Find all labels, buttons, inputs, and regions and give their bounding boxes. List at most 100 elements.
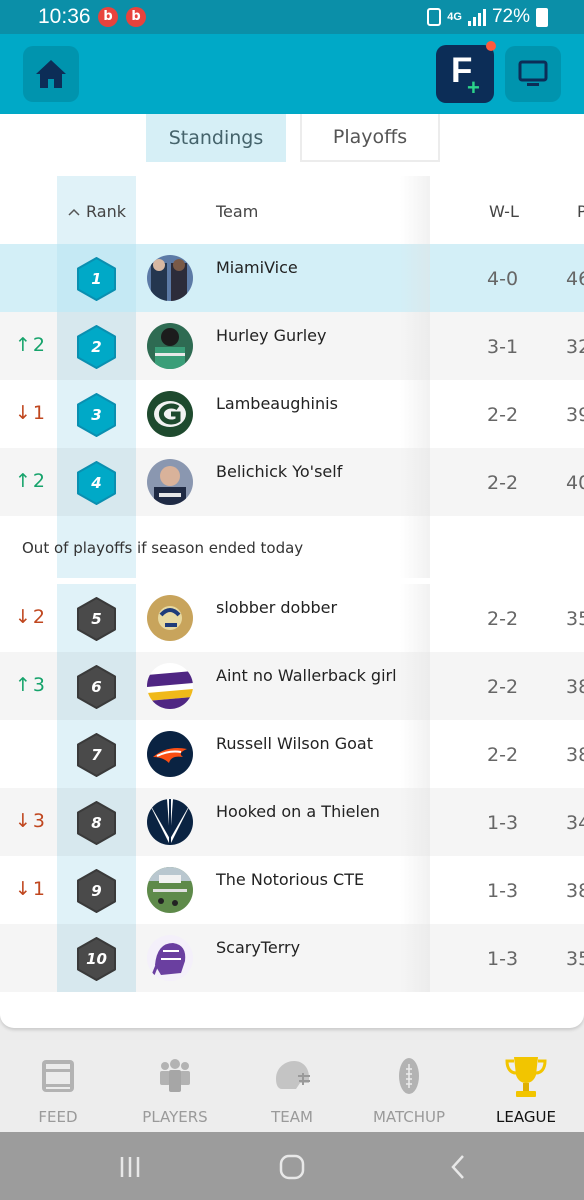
nav-team-label: TEAM	[271, 1108, 313, 1126]
table-row[interactable]: 1 MiamiVice 4-0 46	[0, 244, 584, 312]
team-avatar	[147, 663, 193, 709]
win-loss: 3-1	[487, 336, 519, 358]
fantasy-add-button[interactable]: F +	[436, 41, 496, 103]
table-row[interactable]: 7 Russell Wilson Goat 2-2 38	[0, 720, 584, 788]
nav-league-label: LEAGUE	[496, 1108, 556, 1126]
points-for: 35	[566, 948, 584, 970]
signal-icon	[467, 8, 486, 26]
team-name: Aint no Wallerback girl	[216, 666, 397, 685]
points-for: 35	[566, 608, 584, 630]
win-loss: 1-3	[487, 880, 519, 902]
recycle-icon	[427, 8, 442, 26]
home-button[interactable]	[23, 46, 79, 102]
arrow-down-icon: ↓	[15, 402, 31, 424]
nav-league[interactable]: LEAGUE	[471, 1048, 581, 1128]
battery-icon	[536, 7, 548, 27]
rank-change: ↓ 1	[15, 402, 45, 424]
team-avatar	[147, 935, 193, 981]
rank-badge: 5	[76, 597, 117, 641]
system-nav-bar	[0, 1132, 584, 1200]
rank-badge: 3	[76, 393, 117, 437]
rank-number: 5	[91, 610, 102, 628]
rank-number: 9	[91, 882, 102, 900]
points-for: 39	[566, 404, 584, 426]
trophy-icon	[505, 1057, 547, 1097]
back-button[interactable]	[438, 1150, 478, 1184]
team-name: slobber dobber	[216, 598, 338, 617]
rank-badge: 9	[76, 869, 117, 913]
team-name: Hurley Gurley	[216, 326, 327, 345]
tv-button[interactable]	[505, 46, 561, 102]
notification-dot	[486, 41, 496, 51]
arrow-up-icon: ↑	[15, 674, 31, 696]
rank-change-value: 3	[32, 810, 46, 832]
table-row[interactable]: ↓ 1 3 Lambeaughinis 2-2 39	[0, 380, 584, 448]
sort-ascending-icon	[68, 208, 80, 216]
win-loss: 2-2	[487, 608, 519, 630]
nav-team[interactable]: TEAM	[237, 1048, 347, 1128]
table-row[interactable]: ↑ 3 6 Aint no Wallerback girl 2-2 38	[0, 652, 584, 720]
nav-matchup-label: MATCHUP	[372, 1108, 446, 1126]
team-avatar	[147, 731, 193, 777]
nav-matchup[interactable]: MATCHUP	[354, 1048, 464, 1128]
table-row[interactable]: ↓ 3 8 Hooked on a Thielen 1-3 34	[0, 788, 584, 856]
nav-players[interactable]: PLAYERS	[120, 1048, 230, 1128]
standings-card: Standings Playoffs Rank Team W-L P 1 Mia…	[0, 114, 584, 1028]
rank-badge: 1	[76, 257, 117, 301]
table-row[interactable]: ↓ 1 9 The Notorious CTE 1-3 38	[0, 856, 584, 924]
team-name: ScaryTerry	[216, 938, 301, 957]
players-icon	[160, 1059, 190, 1092]
rank-column-header[interactable]: Rank	[68, 202, 126, 221]
rank-change-value: 1	[32, 402, 46, 424]
team-name: Belichick Yo'self	[216, 462, 343, 481]
team-avatar	[147, 323, 193, 369]
arrow-up-icon: ↑	[15, 470, 31, 492]
rank-number: 7	[91, 746, 102, 764]
rank-change: ↑ 2	[15, 470, 45, 492]
points-for: 40	[566, 472, 584, 494]
team-name: The Notorious CTE	[216, 870, 365, 889]
beats-notification-icon: b	[126, 7, 146, 27]
beats-notification-icon: b	[98, 7, 118, 27]
recent-apps-icon	[120, 1157, 140, 1177]
arrow-down-icon: ↓	[15, 606, 31, 628]
points-for: 38	[566, 880, 584, 902]
team-avatar	[147, 255, 193, 301]
rank-change-value: 2	[32, 470, 46, 492]
home-system-button[interactable]	[272, 1150, 312, 1184]
home-icon	[36, 60, 66, 88]
network-type: 4G	[447, 11, 462, 23]
team-avatar	[147, 391, 193, 437]
rank-number: 3	[91, 406, 102, 424]
points-for: 38	[566, 676, 584, 698]
table-row[interactable]: ↑ 2 2 Hurley Gurley 3-1 32	[0, 312, 584, 380]
points-for: 34	[566, 812, 584, 834]
table-row[interactable]: ↓ 2 5 slobber dobber 2-2 35	[0, 584, 584, 652]
helmet-icon	[276, 1061, 310, 1089]
rank-change: ↓ 3	[15, 810, 45, 832]
win-loss: 1-3	[487, 948, 519, 970]
rank-change-value: 3	[32, 674, 46, 696]
win-loss: 2-2	[487, 744, 519, 766]
nav-players-label: PLAYERS	[142, 1108, 208, 1126]
win-loss: 1-3	[487, 812, 519, 834]
rank-number: 6	[91, 678, 102, 696]
tab-playoffs[interactable]: Playoffs	[300, 114, 440, 162]
table-row[interactable]: ↑ 2 4 Belichick Yo'self 2-2 40	[0, 448, 584, 516]
points-for: 32	[566, 336, 584, 358]
win-loss: 2-2	[487, 472, 519, 494]
table-row[interactable]: 10 ScaryTerry 1-3 35	[0, 924, 584, 992]
rank-number: 4	[91, 474, 102, 492]
team-name: MiamiVice	[216, 258, 298, 277]
recent-apps-button[interactable]	[110, 1150, 150, 1184]
nav-feed[interactable]: FEED	[3, 1048, 113, 1128]
rank-change-value: 2	[32, 606, 46, 628]
arrow-down-icon: ↓	[15, 810, 31, 832]
arrow-down-icon: ↓	[15, 878, 31, 900]
team-avatar	[147, 595, 193, 641]
tab-standings[interactable]: Standings	[146, 114, 286, 162]
team-name: Hooked on a Thielen	[216, 802, 380, 821]
rank-change: ↑ 2	[15, 334, 45, 356]
table-header: Rank Team W-L P	[0, 176, 584, 244]
rank-badge: 10	[76, 937, 117, 981]
